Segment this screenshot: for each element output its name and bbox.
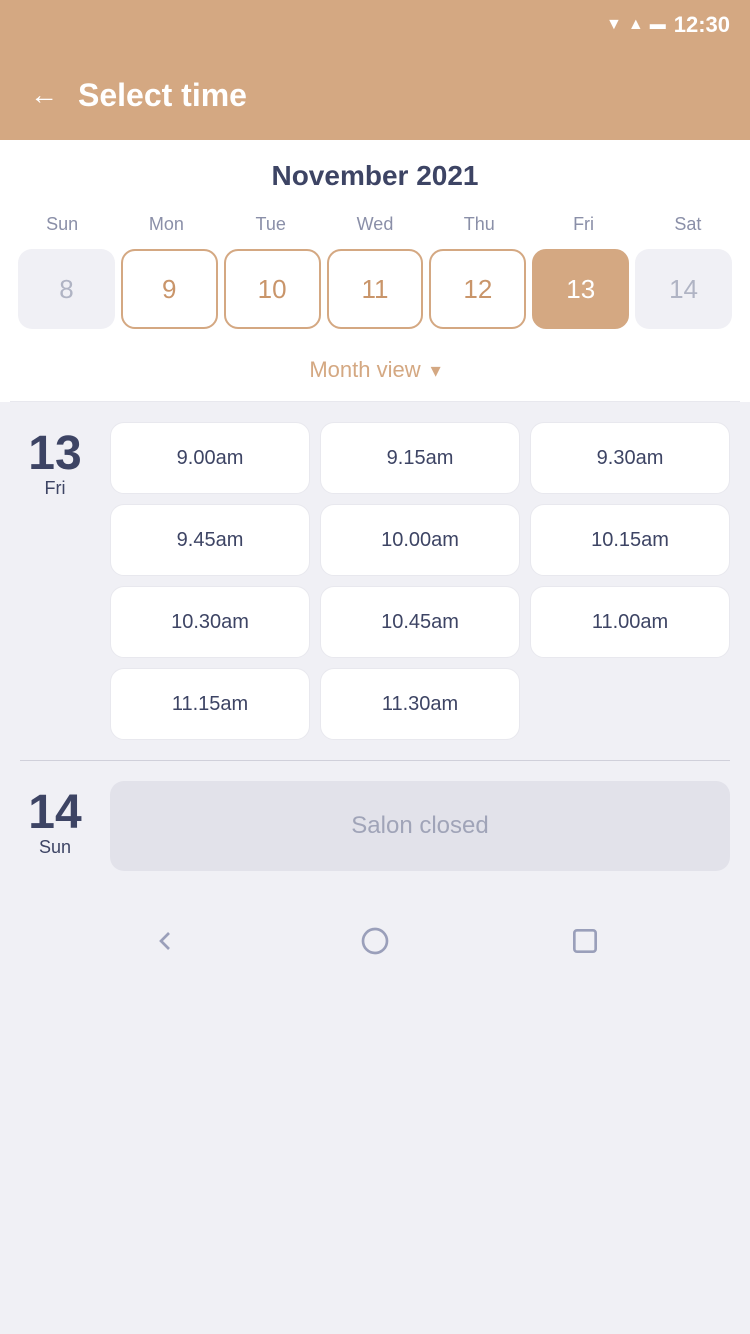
status-time: 12:30 [674, 12, 730, 38]
time-slot-1100am[interactable]: 11.00am [530, 586, 730, 658]
month-view-label: Month view [309, 357, 420, 383]
salon-closed-message: Salon closed [110, 781, 730, 871]
wifi-icon: ▼ [606, 16, 622, 34]
nav-recent-button[interactable] [565, 921, 605, 961]
weekday-thu: Thu [427, 210, 531, 239]
day-name-13: Fri [45, 478, 66, 499]
day-label-13: 13 Fri [20, 422, 90, 740]
status-bar: ▼ ▲ ▬ 12:30 [0, 0, 750, 50]
weekday-sun: Sun [10, 210, 114, 239]
date-cell-8[interactable]: 8 [18, 249, 115, 329]
nav-home-button[interactable] [355, 921, 395, 961]
recent-nav-icon [569, 925, 601, 957]
bottom-nav [0, 901, 750, 981]
back-button[interactable]: ← [30, 79, 58, 111]
time-slot-930am[interactable]: 9.30am [530, 422, 730, 494]
nav-back-button[interactable] [145, 921, 185, 961]
date-cell-13[interactable]: 13 [532, 249, 629, 329]
day-block-14: 14 Sun Salon closed [20, 781, 730, 871]
back-nav-icon [149, 925, 181, 957]
time-slot-1000am[interactable]: 10.00am [320, 504, 520, 576]
home-nav-icon [359, 925, 391, 957]
weekday-tue: Tue [219, 210, 323, 239]
battery-icon: ▬ [650, 16, 666, 34]
time-slot-945am[interactable]: 9.45am [110, 504, 310, 576]
weekday-mon: Mon [114, 210, 218, 239]
time-slot-1015am[interactable]: 10.15am [530, 504, 730, 576]
chevron-down-icon: ▾ [431, 358, 441, 383]
time-slot-1045am[interactable]: 10.45am [320, 586, 520, 658]
calendar-section: November 2021 Sun Mon Tue Wed Thu Fri Sa… [0, 140, 750, 402]
time-slot-1130am[interactable]: 11.30am [320, 668, 520, 740]
status-icons: ▼ ▲ ▬ [606, 16, 666, 34]
day-number-13: 13 [28, 430, 81, 478]
date-cell-10[interactable]: 10 [224, 249, 321, 329]
weekday-wed: Wed [323, 210, 427, 239]
time-slot-900am[interactable]: 9.00am [110, 422, 310, 494]
time-slots-grid-13: 9.00am 9.15am 9.30am 9.45am 10.00am 10.1… [110, 422, 730, 740]
date-cell-9[interactable]: 9 [121, 249, 218, 329]
time-slot-1115am[interactable]: 11.15am [110, 668, 310, 740]
weekday-fri: Fri [531, 210, 635, 239]
time-slot-1030am[interactable]: 10.30am [110, 586, 310, 658]
date-cell-14[interactable]: 14 [635, 249, 732, 329]
day-label-14: 14 Sun [20, 781, 90, 871]
date-row: 8 9 10 11 12 13 14 [10, 249, 740, 345]
weekday-sat: Sat [636, 210, 740, 239]
divider [20, 760, 730, 761]
day-number-14: 14 [28, 789, 81, 837]
signal-icon: ▲ [628, 16, 644, 34]
day-name-14: Sun [39, 837, 71, 858]
date-cell-11[interactable]: 11 [327, 249, 424, 329]
page-title: Select time [78, 77, 247, 114]
month-year-label: November 2021 [10, 160, 740, 192]
weekday-row: Sun Mon Tue Wed Thu Fri Sat [10, 210, 740, 239]
time-slot-915am[interactable]: 9.15am [320, 422, 520, 494]
day-block-13: 13 Fri 9.00am 9.15am 9.30am 9.45am 10.00… [20, 422, 730, 740]
month-view-toggle[interactable]: Month view ▾ [10, 345, 740, 402]
app-header: ← Select time [0, 50, 750, 140]
date-cell-12[interactable]: 12 [429, 249, 526, 329]
time-section: 13 Fri 9.00am 9.15am 9.30am 9.45am 10.00… [0, 402, 750, 871]
